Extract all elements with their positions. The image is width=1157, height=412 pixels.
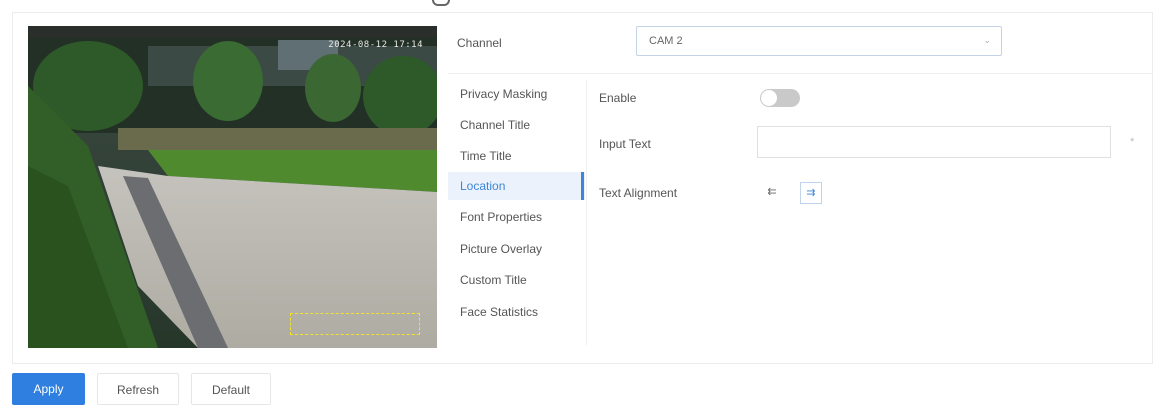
menu-divider [586, 80, 587, 345]
apply-button[interactable]: Apply [12, 373, 85, 405]
input-text-label: Input Text [599, 137, 651, 151]
enable-toggle[interactable] [760, 89, 800, 107]
channel-label: Channel [457, 36, 502, 50]
osd-location-box[interactable] [290, 313, 420, 335]
channel-select[interactable]: CAM 2 ⌄ [636, 26, 1002, 56]
toggle-knob [761, 90, 777, 106]
menu-item-privacy-masking[interactable]: Privacy Masking [448, 80, 585, 108]
align-left-icon[interactable]: ⇇ [761, 182, 783, 204]
menu-active-indicator [581, 172, 584, 200]
video-preview: 2024-08-12 17:14 [28, 26, 437, 348]
scroll-indicator-icon [432, 0, 450, 6]
default-button[interactable]: Default [191, 373, 271, 405]
channel-select-value: CAM 2 [649, 35, 683, 47]
text-alignment-label: Text Alignment [599, 186, 678, 200]
chevron-down-icon: ⌄ [983, 35, 991, 45]
menu-item-time-title[interactable]: Time Title [448, 142, 585, 170]
menu-item-custom-title[interactable]: Custom Title [448, 266, 585, 294]
align-right-icon[interactable]: ⇉ [800, 182, 822, 204]
menu-item-picture-overlay[interactable]: Picture Overlay [448, 235, 585, 263]
osd-time-overlay: 2024-08-12 17:14 [328, 40, 423, 50]
menu-item-font-properties[interactable]: Font Properties [448, 203, 585, 231]
menu-item-channel-title[interactable]: Channel Title [448, 111, 585, 139]
input-text-field[interactable] [757, 126, 1111, 158]
divider [448, 73, 1153, 74]
camera-scene-image [28, 26, 437, 348]
menu-item-face-statistics[interactable]: Face Statistics [448, 298, 585, 326]
required-marker: * [1130, 136, 1135, 148]
refresh-button[interactable]: Refresh [97, 373, 179, 405]
enable-label: Enable [599, 91, 637, 105]
menu-item-location[interactable]: Location [448, 172, 585, 200]
overlay-menu: Privacy Masking Channel Title Time Title… [448, 80, 585, 340]
